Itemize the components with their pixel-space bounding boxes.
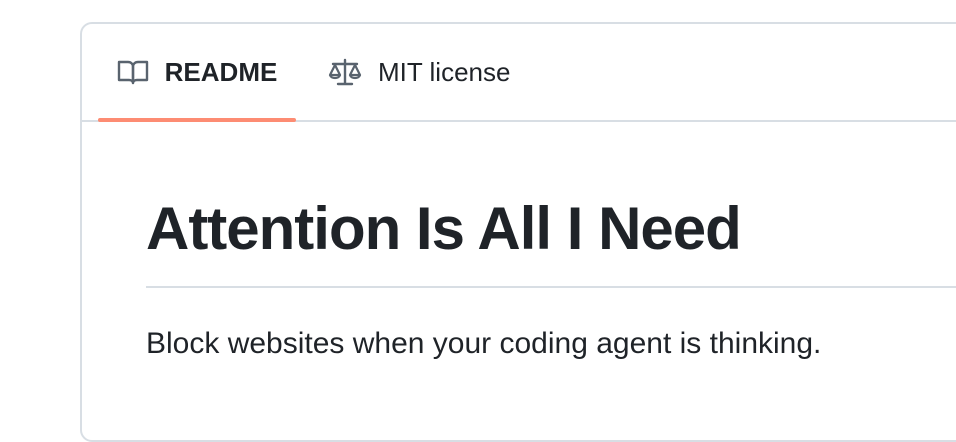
tab-readme[interactable]: README [98,24,296,122]
law-icon [328,57,362,87]
tab-license[interactable]: MIT license [328,24,510,120]
tab-license-label: MIT license [378,56,511,87]
readme-description: Block websites when your coding agent is… [146,327,822,360]
readme-panel: README MIT license Attention Is All I Ne… [80,22,956,442]
readme-title: Attention Is All I Need [146,195,742,262]
tab-bar: README MIT license [82,24,956,122]
tab-readme-label: README [164,56,278,87]
book-icon [117,58,149,86]
readme-content: Attention Is All I Need Block websites w… [146,120,956,364]
